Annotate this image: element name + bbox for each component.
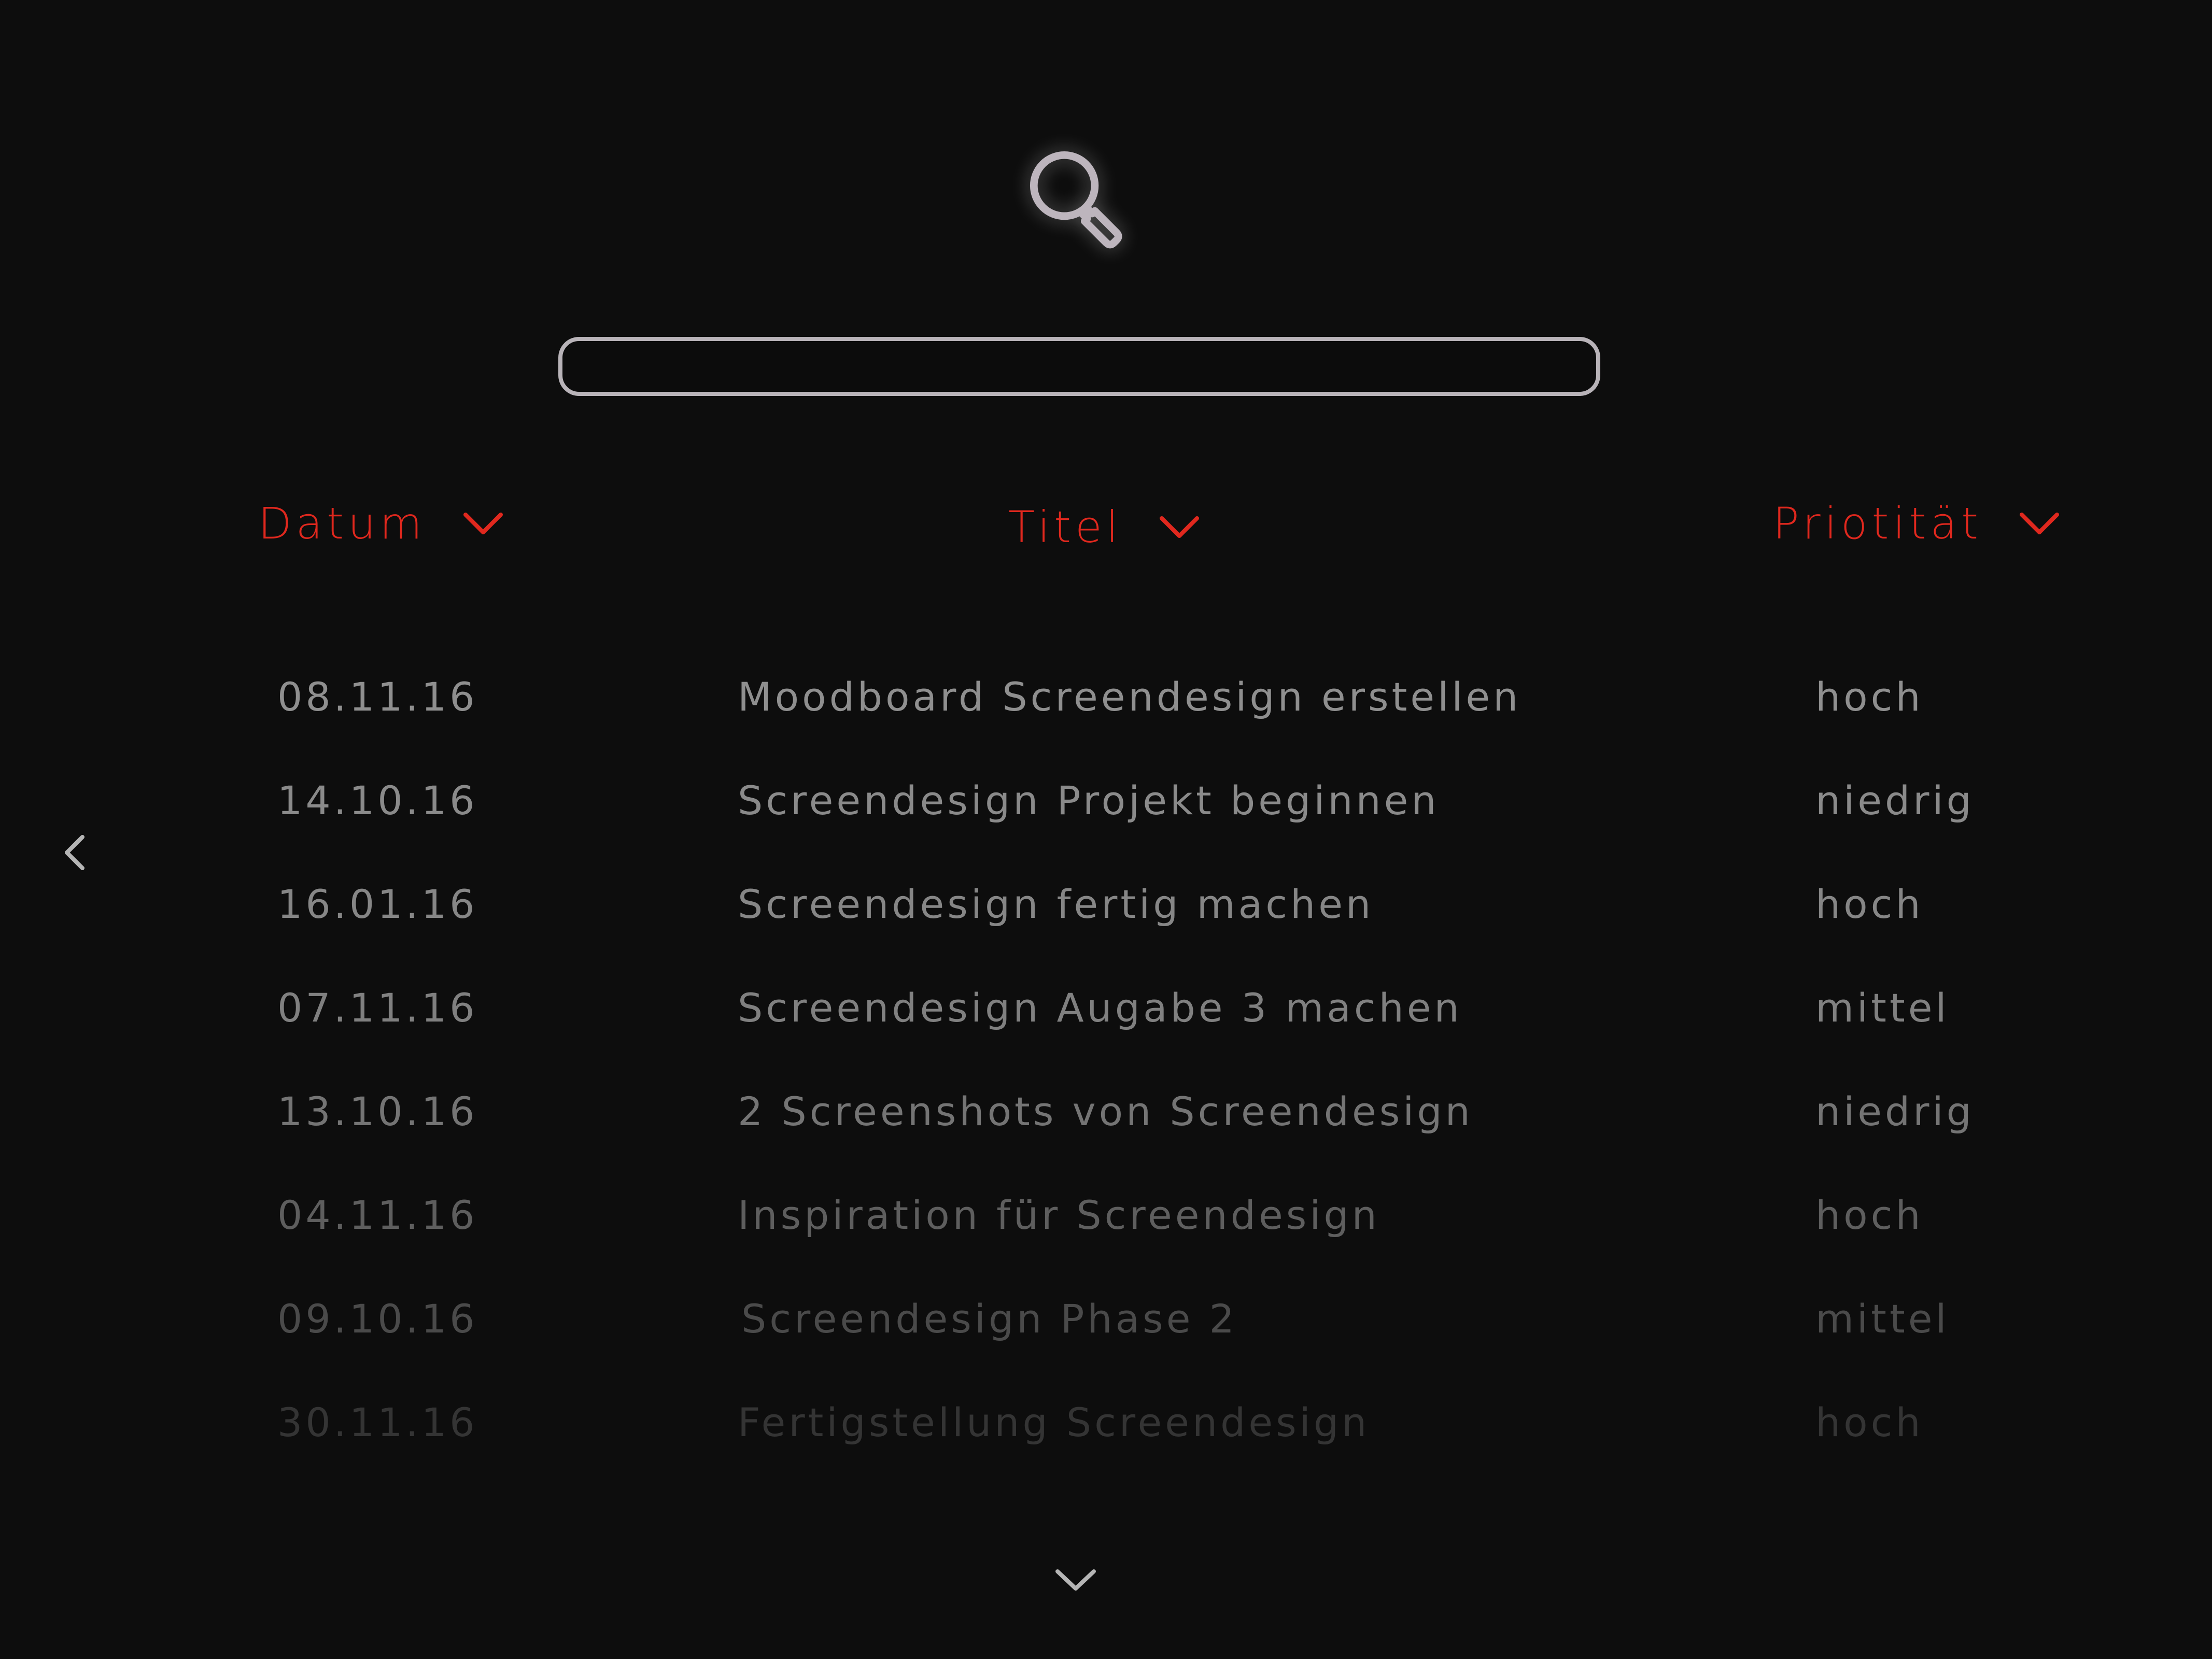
row-priority: niedrig bbox=[1815, 1088, 1975, 1135]
row-priority: niedrig bbox=[1815, 777, 1975, 824]
header-priority-label: Priotität bbox=[1773, 498, 1983, 549]
row-priority: mittel bbox=[1815, 985, 1950, 1031]
table-row[interactable]: 08.11.16 Moodboard Screendesign erstelle… bbox=[0, 674, 2212, 731]
chevron-down-icon[interactable] bbox=[1052, 1565, 1099, 1594]
table-row[interactable]: 09.10.16 Screendesign Phase 2 mittel bbox=[0, 1296, 2212, 1353]
header-title-label: Titel bbox=[1008, 502, 1123, 552]
search-icon[interactable] bbox=[1016, 137, 1143, 264]
search-input[interactable] bbox=[558, 337, 1600, 396]
row-date: 09.10.16 bbox=[277, 1296, 478, 1342]
chevron-down-icon[interactable] bbox=[1159, 514, 1200, 540]
row-date: 30.11.16 bbox=[277, 1399, 478, 1445]
row-date: 13.10.16 bbox=[277, 1088, 478, 1135]
header-date-label: Datum bbox=[258, 498, 427, 549]
table-row[interactable]: 16.01.16 Screendesign fertig machen hoch bbox=[0, 881, 2212, 938]
sort-header-priority[interactable]: Priotität bbox=[1773, 495, 2060, 552]
row-priority: hoch bbox=[1815, 1399, 1924, 1445]
table-row[interactable]: 30.11.16 Fertigstellung Screendesign hoc… bbox=[0, 1399, 2212, 1456]
chevron-down-icon[interactable] bbox=[2019, 511, 2060, 536]
row-title: Screendesign fertig machen bbox=[738, 881, 1374, 927]
row-priority: hoch bbox=[1815, 1192, 1924, 1238]
sort-header-title[interactable]: Titel bbox=[1008, 499, 1200, 556]
row-date: 07.11.16 bbox=[277, 985, 478, 1031]
row-title: Inspiration für Screendesign bbox=[738, 1192, 1380, 1238]
table-row[interactable]: 07.11.16 Screendesign Augabe 3 machen mi… bbox=[0, 985, 2212, 1042]
row-title: Screendesign Projekt beginnen bbox=[738, 777, 1440, 824]
row-date: 16.01.16 bbox=[277, 881, 478, 927]
table-row[interactable]: 04.11.16 Inspiration für Screendesign ho… bbox=[0, 1192, 2212, 1249]
row-date: 08.11.16 bbox=[277, 674, 478, 720]
table-row[interactable]: 14.10.16 Screendesign Projekt beginnen n… bbox=[0, 777, 2212, 834]
row-date: 04.11.16 bbox=[277, 1192, 478, 1238]
row-priority: hoch bbox=[1815, 881, 1924, 927]
row-title: Fertigstellung Screendesign bbox=[738, 1399, 1370, 1445]
table-row[interactable]: 13.10.16 2 Screenshots von Screendesign … bbox=[0, 1088, 2212, 1145]
row-priority: mittel bbox=[1815, 1296, 1950, 1342]
chevron-down-icon[interactable] bbox=[462, 511, 504, 536]
row-priority: hoch bbox=[1815, 674, 1924, 720]
row-title: Screendesign Augabe 3 machen bbox=[738, 985, 1462, 1031]
row-title: Moodboard Screendesign erstellen bbox=[738, 674, 1521, 720]
row-title: Screendesign Phase 2 bbox=[741, 1296, 1238, 1342]
chevron-left-icon[interactable] bbox=[60, 832, 91, 873]
row-title: 2 Screenshots von Screendesign bbox=[738, 1088, 1473, 1135]
row-date: 14.10.16 bbox=[277, 777, 478, 824]
sort-header-date[interactable]: Datum bbox=[258, 495, 504, 552]
